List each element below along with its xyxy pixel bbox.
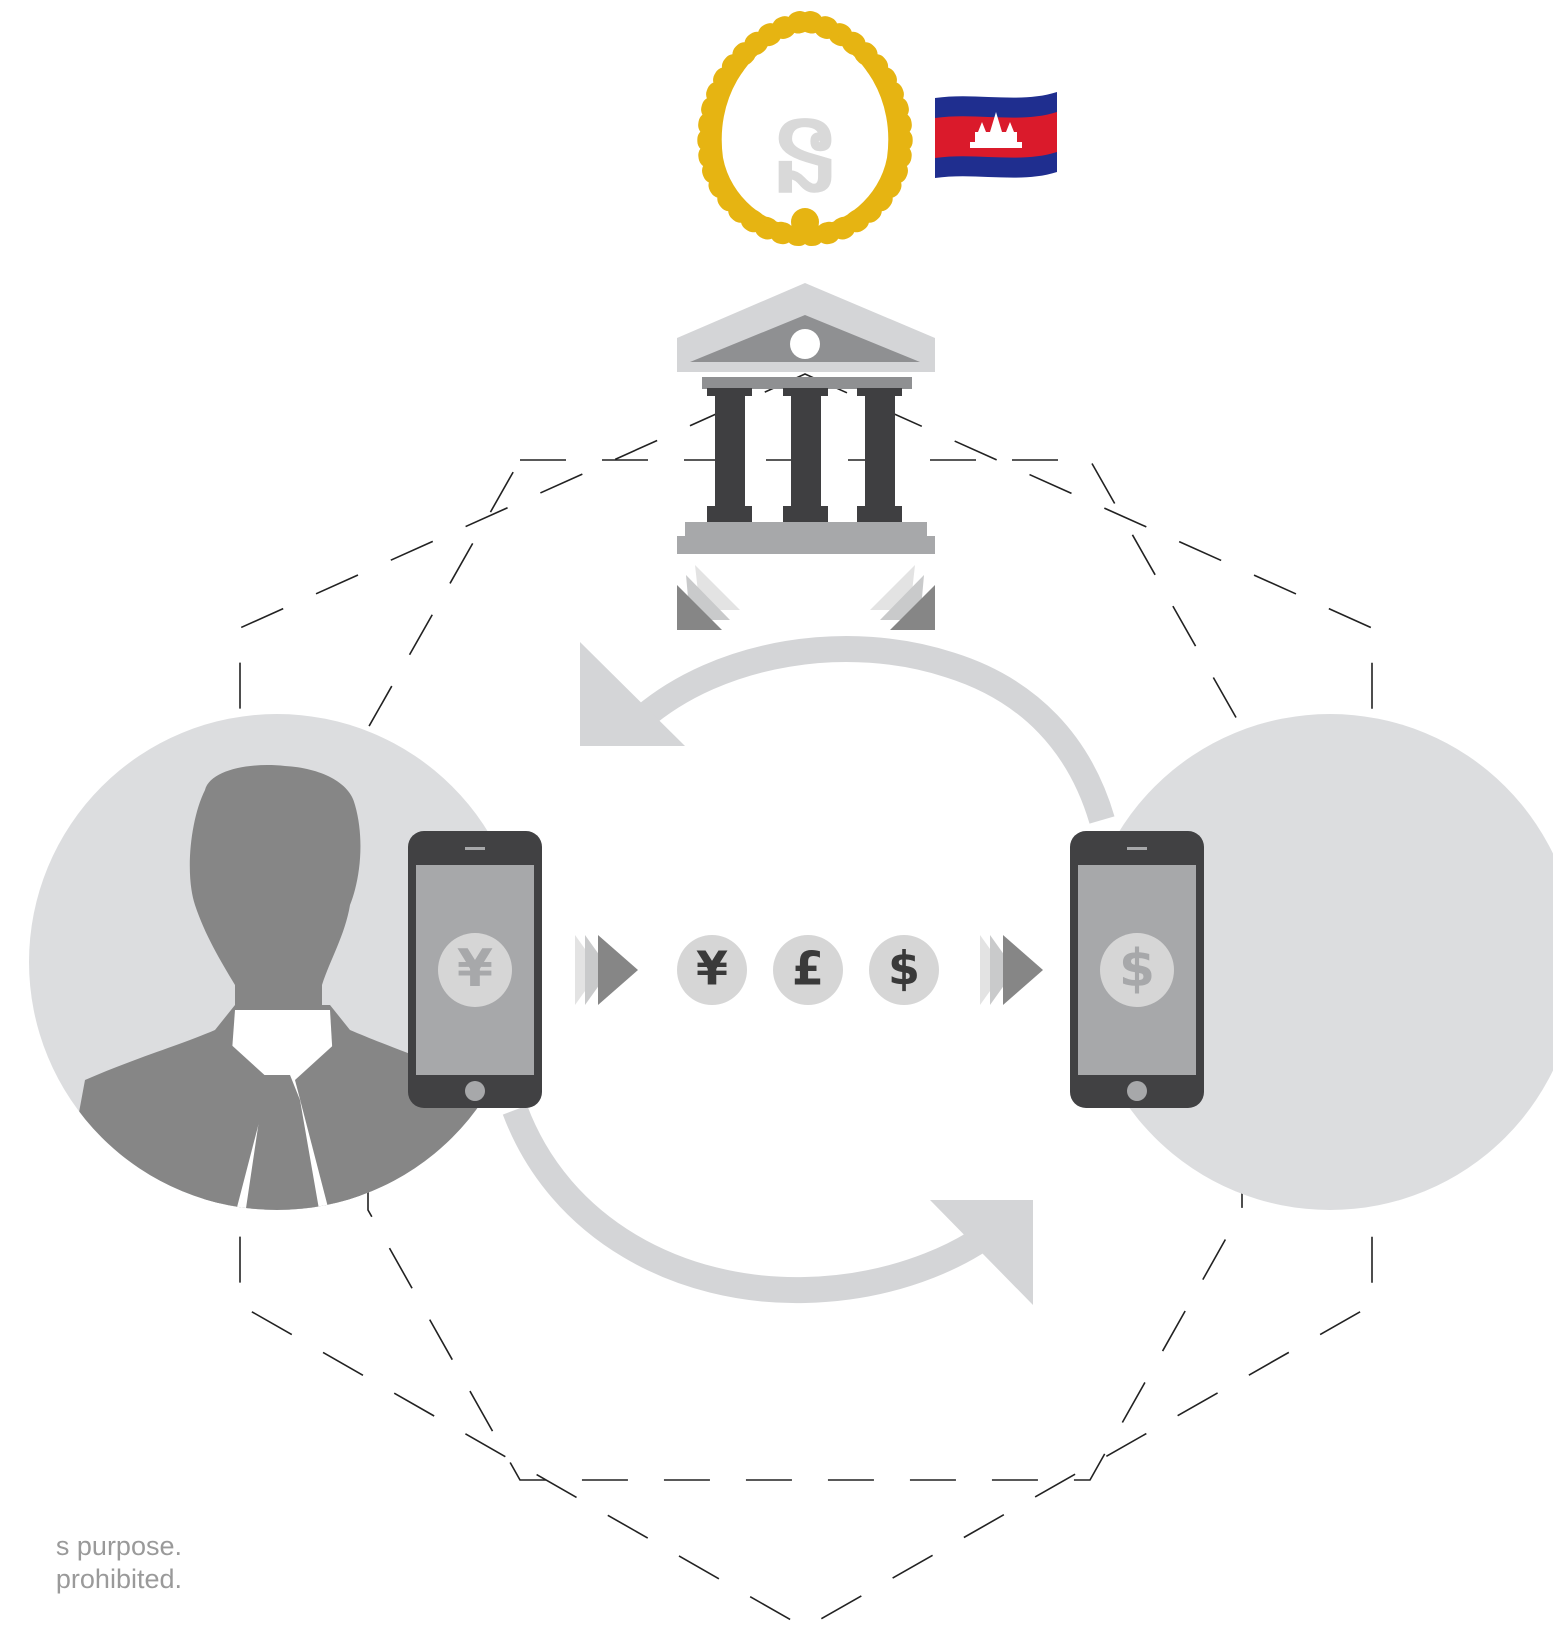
transfer-arrow-right	[980, 935, 1043, 1005]
notice-line-1: s purpose.	[55, 1531, 182, 1561]
coin-yen-symbol: ¥	[696, 942, 728, 996]
cambodian-emblem: ន	[697, 11, 913, 246]
currency-coins: ¥ £ $	[677, 935, 939, 1005]
coin-dollar-symbol: $	[888, 942, 920, 996]
cambodia-flag-icon	[935, 92, 1057, 178]
bank-connector-triangles	[677, 565, 935, 630]
transfer-arrow-left	[575, 935, 638, 1005]
receiver-currency-symbol: $	[1119, 939, 1155, 999]
notice-line-2: prohibited.	[55, 1564, 182, 1594]
bank-building-icon	[677, 283, 935, 554]
sender-phone: ¥	[408, 831, 542, 1108]
sender-currency-symbol: ¥	[457, 939, 493, 999]
emblem-glyph: ន	[769, 88, 840, 218]
money-transfer-diagram: ន ¥ $ ¥ £ $	[29, 11, 1553, 1629]
receiver-phone: $	[1070, 831, 1204, 1108]
coin-yen: ¥	[677, 935, 747, 1005]
coin-pound-symbol: £	[792, 942, 824, 996]
copyright-notice: s purpose. prohibited.	[0, 1530, 200, 1630]
coin-dollar: $	[869, 935, 939, 1005]
coin-pound: £	[773, 935, 843, 1005]
